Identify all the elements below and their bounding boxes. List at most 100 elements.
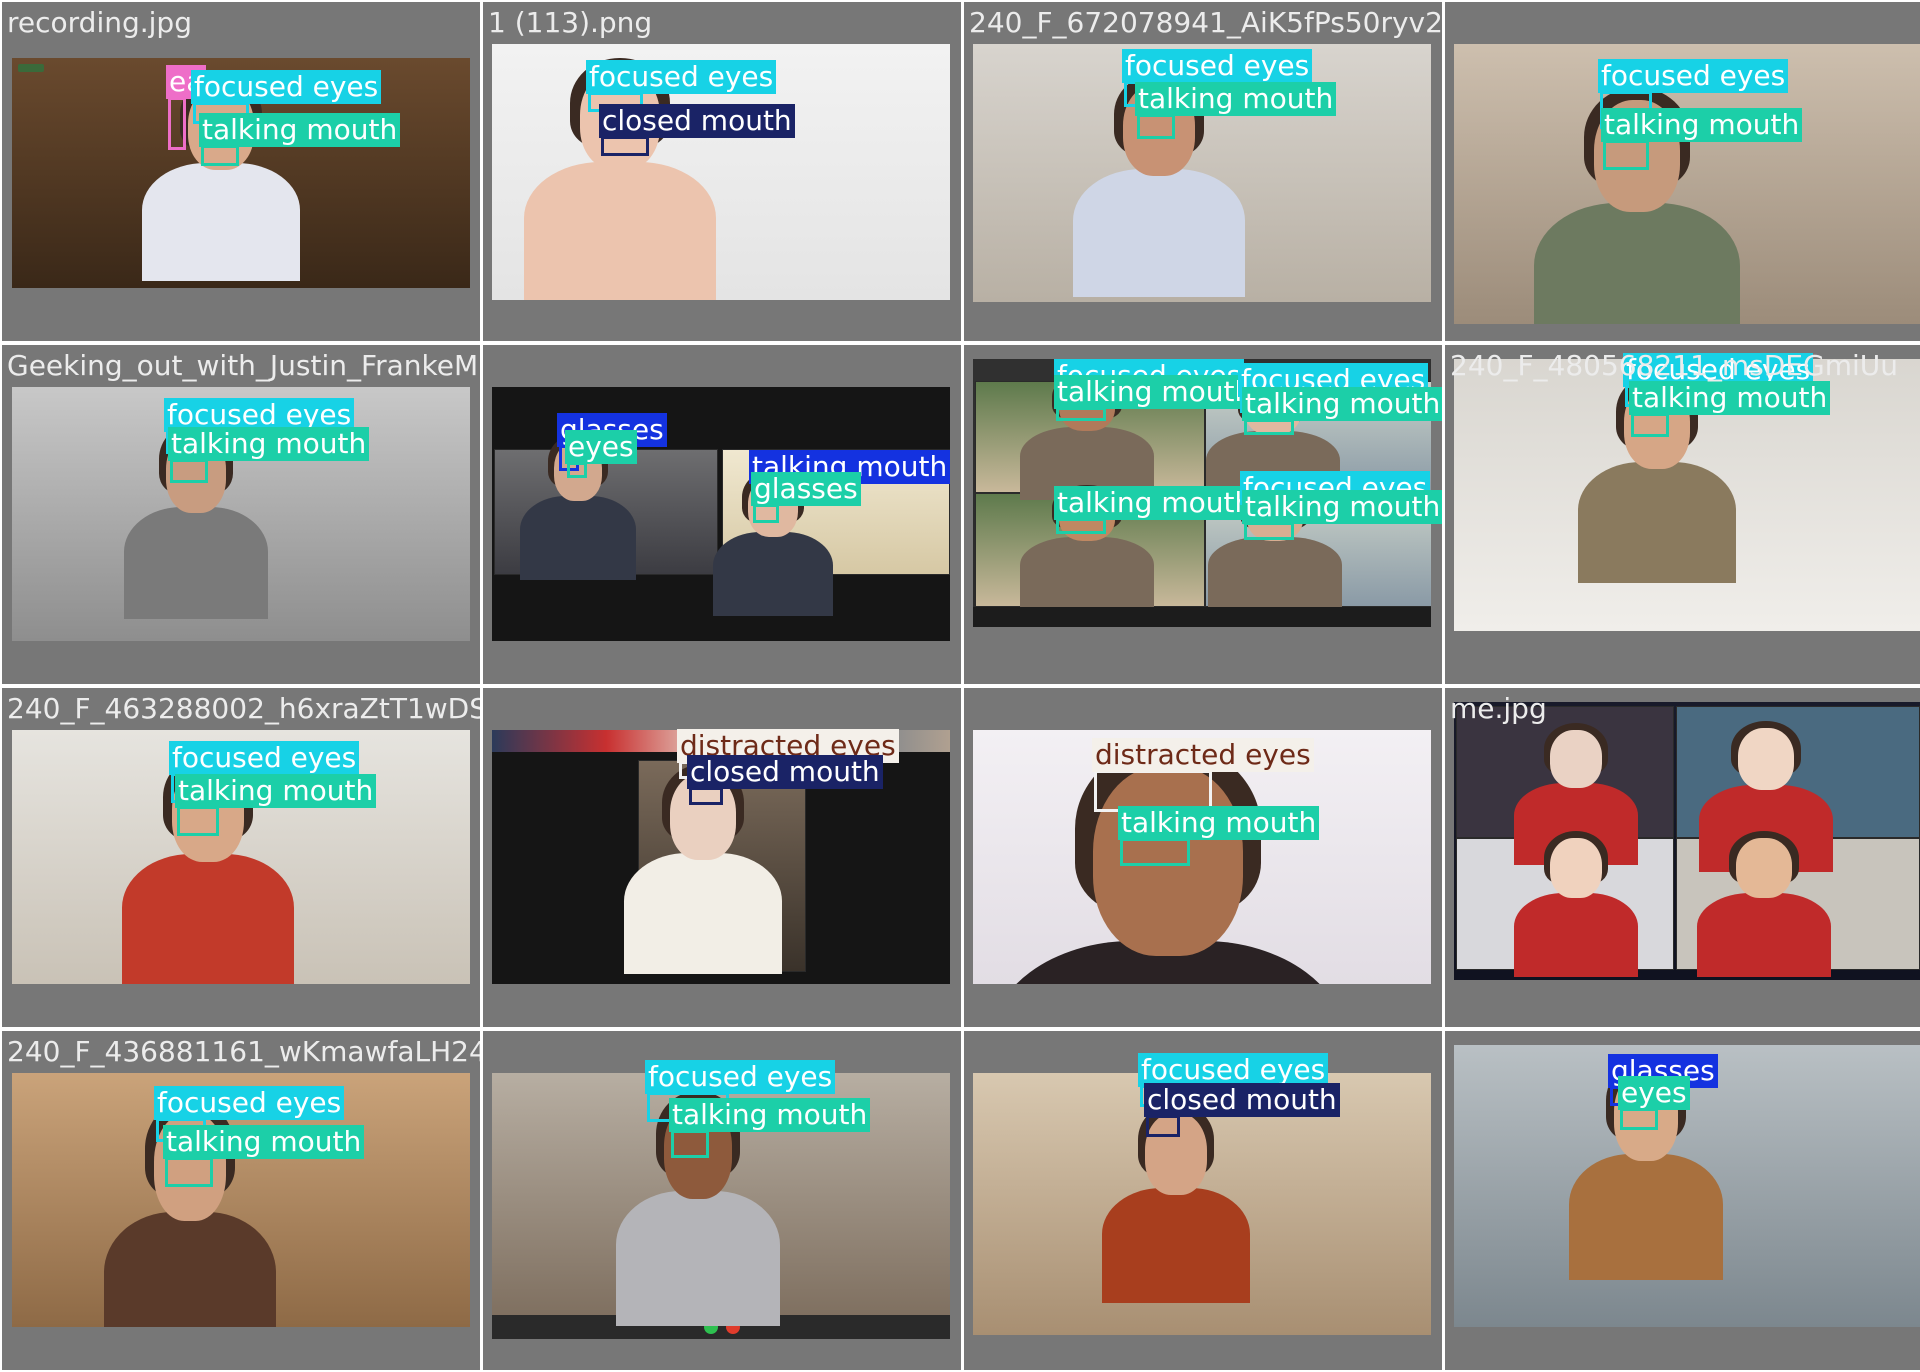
image-cell[interactable]: focused eyestalking mouthfocused eyestal… bbox=[964, 345, 1442, 684]
detection-box-talking[interactable]: talking mouth bbox=[669, 1098, 871, 1158]
bounding-box bbox=[671, 1130, 709, 1158]
person-torso bbox=[1569, 1153, 1723, 1280]
file-name: me.jpg bbox=[1450, 692, 1547, 725]
person-face bbox=[1738, 728, 1794, 790]
detection-box-talking[interactable]: eyes bbox=[1618, 1076, 1690, 1130]
person-torso bbox=[124, 506, 268, 619]
person-torso bbox=[121, 854, 295, 984]
file-name: 240_F_436881161_wKmawfaLH240_F_504263699… bbox=[7, 1035, 480, 1068]
detection-box-talking[interactable]: talking mouth bbox=[1242, 387, 1442, 435]
detection-box-talking[interactable]: talking mouth bbox=[163, 1125, 365, 1187]
person-torso bbox=[616, 1191, 780, 1326]
detection-box-talking[interactable]: talking mouth bbox=[168, 427, 370, 483]
bounding-box bbox=[1244, 522, 1294, 540]
person-torso bbox=[623, 853, 783, 974]
image-cell[interactable]: 1 (113).png focused eyes closed mouth bbox=[483, 2, 961, 341]
person-torso bbox=[1207, 537, 1343, 607]
detection-label: focused eyes bbox=[191, 70, 382, 104]
person-face bbox=[1736, 838, 1792, 898]
thumbnail-photo bbox=[1454, 702, 1920, 980]
image-cell[interactable]: Geeking_out_with_Justin_FrankeMitch_Trnp… bbox=[2, 345, 480, 684]
detection-label: talking mouth bbox=[1135, 82, 1337, 116]
detection-label: focused eyes bbox=[1122, 49, 1313, 83]
bounding-box bbox=[201, 145, 239, 166]
bounding-box bbox=[168, 97, 186, 150]
person-face bbox=[1550, 730, 1602, 788]
bounding-box bbox=[1631, 413, 1669, 437]
person-torso bbox=[1513, 893, 1639, 978]
detection-box-talking[interactable]: talking mouth bbox=[1054, 375, 1256, 421]
detection-label: focused eyes bbox=[1598, 59, 1789, 93]
image-cell[interactable]: glasseseyestalking mouthglasses bbox=[483, 345, 961, 684]
detection-box-closed[interactable]: closed mouth bbox=[1144, 1083, 1340, 1137]
person-torso bbox=[103, 1212, 277, 1327]
person-torso bbox=[1019, 537, 1155, 607]
file-name: 240_F_463288002_h6xraZtT1wDSt_Thomas_Aqu… bbox=[7, 692, 480, 725]
image-cell[interactable]: 240_F_436881161_wKmawfaLH240_F_504263699… bbox=[2, 1031, 480, 1370]
detection-label: talking mouth bbox=[175, 774, 377, 808]
detection-label: focused eyes bbox=[645, 1060, 836, 1094]
detection-label: eyes bbox=[1618, 1076, 1690, 1110]
image-cell[interactable]: recording.jpg ea focused eyes talking mouth bbox=[2, 2, 480, 341]
bounding-box bbox=[1056, 407, 1106, 421]
bounding-box bbox=[601, 136, 649, 156]
image-cell[interactable]: 240_F_463288002_h6xraZtT1wDSt_Thomas_Aqu… bbox=[2, 688, 480, 1027]
meeting-toolbar bbox=[973, 607, 1431, 627]
detection-box-talking[interactable]: talking mouth bbox=[199, 113, 401, 166]
bounding-box bbox=[1120, 838, 1190, 866]
bounding-box bbox=[170, 459, 208, 483]
bounding-box bbox=[1137, 114, 1175, 139]
detection-box-talking[interactable]: talking mouth bbox=[1242, 490, 1442, 540]
detection-box-closed[interactable]: closed mouth bbox=[687, 755, 883, 805]
person-torso bbox=[141, 163, 301, 281]
image-cell[interactable]: focused eyes talking mouth bbox=[483, 1031, 961, 1370]
bounding-box bbox=[1244, 419, 1294, 435]
detection-box-ears[interactable]: ea bbox=[166, 65, 207, 150]
image-cell[interactable]: glasses eyes bbox=[1445, 1031, 1920, 1370]
image-cell[interactable]: distracted eyes talking mouth bbox=[964, 688, 1442, 1027]
detection-box-talking[interactable]: talking mouth bbox=[1135, 82, 1337, 139]
detection-label: talking mouth bbox=[1054, 486, 1256, 520]
detection-label: talking mouth bbox=[163, 1125, 365, 1159]
detection-label: talking mouth bbox=[1118, 806, 1320, 840]
image-cell[interactable]: 240_F_480568211_msDEGmiUu focused eyes tal… bbox=[1445, 345, 1920, 684]
recording-indicator bbox=[18, 64, 44, 72]
detection-box-talking[interactable]: talking mouth bbox=[175, 774, 377, 836]
detection-label: closed mouth bbox=[599, 104, 795, 138]
file-name: 240_F_672078941_AiK5fPs50ryv240_F_30607.… bbox=[969, 6, 1442, 39]
person-torso bbox=[1533, 203, 1741, 324]
image-cell[interactable]: 240_F_672078941_AiK5fPs50ryv240_F_30607.… bbox=[964, 2, 1442, 341]
bounding-box bbox=[1056, 518, 1106, 534]
person-torso bbox=[1101, 1188, 1251, 1304]
person-torso bbox=[1696, 893, 1832, 978]
detection-label: talking mouth bbox=[168, 427, 370, 461]
file-name: 240_F_480568211_msDEGmiUu bbox=[1450, 349, 1898, 382]
bounding-box bbox=[165, 1157, 213, 1187]
person-torso bbox=[713, 532, 833, 617]
detection-box-closed[interactable]: closed mouth bbox=[599, 104, 795, 156]
detection-label: focused eyes bbox=[1138, 1053, 1329, 1087]
bounding-box bbox=[567, 462, 587, 478]
detection-label: talking mouth bbox=[199, 113, 401, 147]
person-torso bbox=[1577, 462, 1737, 583]
detection-label: glasses bbox=[751, 472, 861, 506]
image-cell[interactable]: me.jpg bbox=[1445, 688, 1920, 1027]
image-cell[interactable]: focused eyes closed mouth bbox=[964, 1031, 1442, 1370]
detection-box-talking[interactable]: talking mouth bbox=[1629, 381, 1831, 437]
person-torso bbox=[1072, 168, 1246, 298]
bounding-box bbox=[1620, 1108, 1658, 1130]
detection-box-talking[interactable]: glasses bbox=[751, 472, 861, 523]
detection-label: closed mouth bbox=[687, 755, 883, 789]
detection-label: talking mouth bbox=[1242, 387, 1442, 421]
detection-box-talking[interactable]: talking mouth bbox=[1118, 806, 1320, 866]
image-cell[interactable]: distracted eyes closed mouth bbox=[483, 688, 961, 1027]
detection-box-talking[interactable]: eyes bbox=[565, 430, 637, 478]
bounding-box bbox=[177, 806, 219, 836]
detection-box-talking[interactable]: talking mouth bbox=[1054, 486, 1256, 534]
detection-box-talking[interactable]: talking mouth bbox=[1601, 108, 1803, 170]
bounding-box bbox=[1146, 1115, 1180, 1137]
person-face bbox=[1550, 838, 1602, 898]
image-cell[interactable]: focused eyes talking mouth bbox=[1445, 2, 1920, 341]
file-name: Geeking_out_with_Justin_FrankeMitch_Trnp… bbox=[7, 349, 480, 382]
detection-label: talking mouth bbox=[1629, 381, 1831, 415]
